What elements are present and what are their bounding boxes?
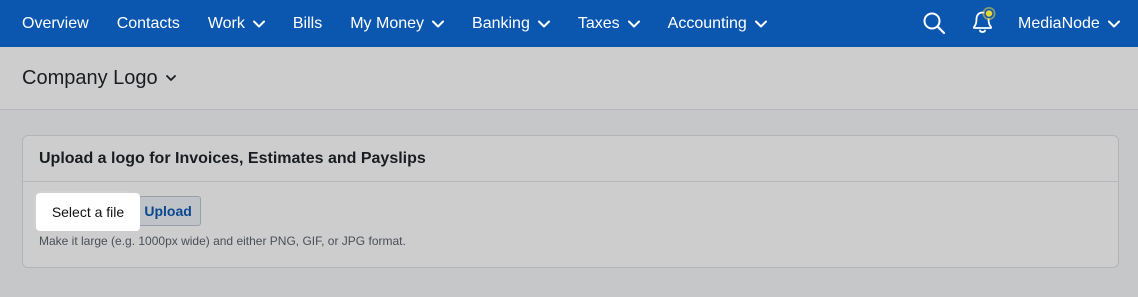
- chevron-down-icon: [754, 20, 767, 28]
- nav-item-label: Banking: [472, 14, 530, 32]
- nav-item-accounting[interactable]: Accounting: [668, 0, 767, 47]
- chevron-down-icon: [432, 20, 445, 28]
- search-icon[interactable]: [922, 11, 946, 35]
- page-title: Company Logo: [22, 66, 158, 89]
- nav-item-work[interactable]: Work: [208, 0, 265, 47]
- nav-item-label: Contacts: [116, 14, 180, 32]
- nav-item-label: My Money: [350, 14, 425, 32]
- logo-upload-card: Upload a logo for Invoices, Estimates an…: [22, 135, 1119, 268]
- card-heading: Upload a logo for Invoices, Estimates an…: [23, 136, 1118, 182]
- chevron-down-icon: [1107, 20, 1120, 28]
- nav-item-label: Taxes: [577, 14, 620, 32]
- upload-button[interactable]: Upload: [135, 196, 201, 226]
- nav-item-label: Work: [207, 14, 245, 32]
- top-navigation-bar: Overview Contacts Work Bills My Money Ba…: [0, 0, 1138, 47]
- chevron-down-icon: [537, 20, 550, 28]
- chevron-down-icon: [627, 20, 640, 28]
- nav-item-label: Overview: [22, 14, 89, 32]
- page-header: Company Logo: [0, 47, 1138, 110]
- nav-item-label: Accounting: [667, 14, 747, 32]
- chevron-down-icon: [165, 74, 176, 82]
- nav-item-contacts[interactable]: Contacts: [117, 0, 180, 47]
- account-name: MediaNode: [1018, 14, 1100, 32]
- account-menu[interactable]: MediaNode: [1018, 0, 1120, 47]
- nav-item-bills[interactable]: Bills: [293, 0, 322, 47]
- bell-icon[interactable]: [969, 6, 997, 36]
- nav-item-overview[interactable]: Overview: [22, 0, 89, 47]
- nav-item-my-money[interactable]: My Money: [350, 0, 445, 47]
- chevron-down-icon: [252, 20, 265, 28]
- primary-nav: Overview Contacts Work Bills My Money Ba…: [0, 0, 795, 47]
- nav-item-label: Bills: [292, 14, 323, 32]
- select-file-button[interactable]: Select a file: [36, 193, 140, 231]
- nav-item-taxes[interactable]: Taxes: [578, 0, 640, 47]
- upload-help-text: Make it large (e.g. 1000px wide) and eit…: [39, 234, 406, 248]
- page-title-dropdown[interactable]: Company Logo: [22, 67, 176, 90]
- nav-item-banking[interactable]: Banking: [472, 0, 550, 47]
